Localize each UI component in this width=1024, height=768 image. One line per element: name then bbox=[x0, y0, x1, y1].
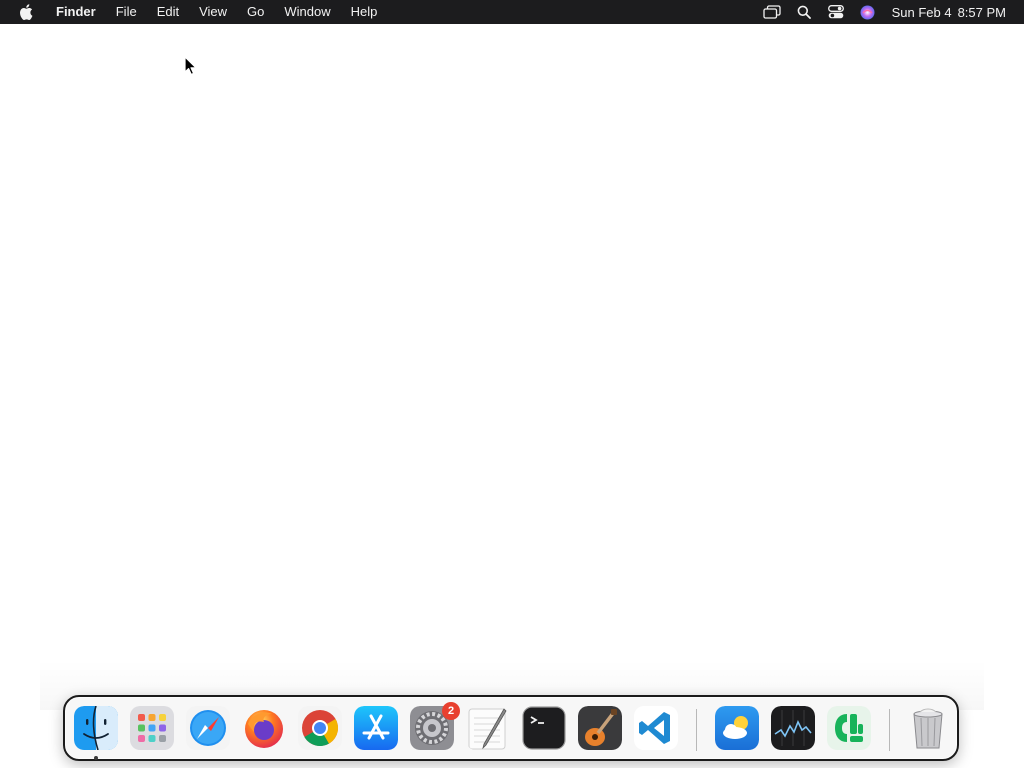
dock-weather[interactable] bbox=[715, 706, 759, 750]
menu-window[interactable]: Window bbox=[274, 0, 340, 24]
dock-safari[interactable] bbox=[186, 706, 230, 750]
dock-textedit[interactable] bbox=[466, 706, 510, 750]
dock-terminal[interactable] bbox=[522, 706, 566, 750]
dock-firefox[interactable] bbox=[242, 706, 286, 750]
menu-view[interactable]: View bbox=[189, 0, 237, 24]
numbers-icon bbox=[827, 706, 871, 750]
weather-icon bbox=[715, 706, 759, 750]
stocks-icon bbox=[771, 706, 815, 750]
menu-go[interactable]: Go bbox=[237, 0, 274, 24]
running-indicator bbox=[94, 756, 98, 760]
apple-menu-icon[interactable] bbox=[18, 4, 34, 20]
status-area: Sun Feb 4 8:57 PM bbox=[756, 0, 1024, 24]
launchpad-icon bbox=[130, 706, 174, 750]
control-center-icon[interactable] bbox=[825, 0, 847, 24]
terminal-icon bbox=[522, 706, 566, 750]
dock: 2 bbox=[63, 695, 959, 761]
siri-icon[interactable] bbox=[857, 0, 879, 24]
screen-mirroring-icon[interactable] bbox=[761, 0, 783, 24]
mouse-cursor-icon bbox=[184, 56, 198, 76]
dock-garageband[interactable] bbox=[578, 706, 622, 750]
dock-trash[interactable] bbox=[906, 706, 950, 750]
menu-help[interactable]: Help bbox=[341, 0, 388, 24]
menu-bar: Finder File Edit View Go Window Help Sun… bbox=[0, 0, 1024, 24]
garageband-icon bbox=[578, 706, 622, 750]
vscode-icon bbox=[634, 706, 678, 750]
finder-icon bbox=[74, 706, 118, 750]
dock-chrome[interactable] bbox=[298, 706, 342, 750]
dock-app-store[interactable] bbox=[354, 706, 398, 750]
dock-divider bbox=[889, 709, 890, 751]
notification-badge: 2 bbox=[442, 702, 460, 720]
clock-time: 8:57 PM bbox=[957, 4, 1006, 20]
menu-clock[interactable]: Sun Feb 4 8:57 PM bbox=[892, 5, 1006, 20]
dock-stocks[interactable] bbox=[771, 706, 815, 750]
firefox-icon bbox=[245, 710, 283, 748]
clock-date: Sun Feb 4 bbox=[891, 4, 952, 20]
desktop[interactable] bbox=[0, 24, 1024, 660]
trash-icon bbox=[913, 708, 943, 749]
chrome-icon bbox=[298, 706, 342, 750]
menu-app-name[interactable]: Finder bbox=[46, 0, 106, 24]
dock-divider bbox=[696, 709, 697, 751]
spotlight-search-icon[interactable] bbox=[793, 0, 815, 24]
dock-vscode[interactable] bbox=[634, 706, 678, 750]
safari-icon bbox=[186, 706, 230, 750]
menu-edit[interactable]: Edit bbox=[147, 0, 189, 24]
dock-launchpad[interactable] bbox=[130, 706, 174, 750]
textedit-icon bbox=[468, 708, 507, 750]
dock-numbers[interactable] bbox=[827, 706, 871, 750]
app-store-icon bbox=[354, 706, 398, 750]
menu-file[interactable]: File bbox=[106, 0, 147, 24]
dock-finder[interactable] bbox=[74, 706, 118, 750]
